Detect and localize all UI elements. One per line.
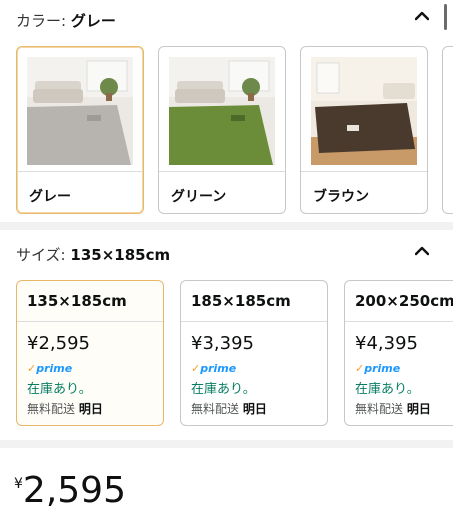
stock-status: 在庫あり。 [27,382,92,397]
shipping-day: 明日 [406,402,431,416]
size-option-label: 135×185cm [27,292,127,310]
size-selected-value: 135×185cm [70,246,171,264]
prime-badge: ✓prime [27,362,72,375]
prime-check-icon: ✓ [355,362,365,375]
shipping-info: 無料配送 明日 [27,400,103,417]
color-selected-value: グレー [70,12,116,30]
color-section-header[interactable]: カラー: グレー [0,0,453,40]
shipping-text: 無料配送 [191,402,240,416]
price-amount: 2,595 [22,470,126,511]
rug-brown-image [311,57,417,165]
prime-text: prime [36,362,73,375]
size-option-200x250[interactable]: 200×250cm ¥4,395 ✓prime 在庫あり。 無料配送 明日 [344,280,453,426]
prime-badge: ✓prime [355,362,400,375]
size-section-header[interactable]: サイズ: 135×185cm [0,232,453,272]
size-label: サイズ: 135×185cm [16,244,170,265]
rug-gray-image [27,57,133,165]
size-option-price: ¥4,395 [355,333,418,354]
color-option-green[interactable]: グリーン [158,46,286,214]
shipping-info: 無料配送 明日 [191,400,267,417]
shipping-info: 無料配送 明日 [355,400,431,417]
shipping-text: 無料配送 [355,402,404,416]
stock-status: 在庫あり。 [355,382,420,397]
size-option-135x185[interactable]: 135×185cm ¥2,595 ✓prime 在庫あり。 無料配送 明日 [16,280,164,426]
chevron-up-icon[interactable] [415,11,429,21]
color-label: カラー: グレー [16,10,116,31]
prime-check-icon: ✓ [27,362,37,375]
product-price: ¥2,595 [14,470,126,511]
size-option-price: ¥3,395 [191,333,254,354]
size-option-list: 135×185cm ¥2,595 ✓prime 在庫あり。 無料配送 明日 18… [0,280,453,430]
shipping-text: 無料配送 [27,402,76,416]
section-separator [0,440,453,448]
stock-status: 在庫あり。 [191,382,256,397]
color-option-label: グリーン [171,189,227,205]
swatch-divider [159,171,285,172]
prime-badge: ✓prime [191,362,236,375]
color-option-brown[interactable]: ブラウン [300,46,428,214]
size-option-price: ¥2,595 [27,333,90,354]
price-currency: ¥ [14,476,23,492]
scrollbar[interactable] [444,4,447,30]
prime-check-icon: ✓ [191,362,201,375]
section-separator [0,222,453,230]
size-option-label: 185×185cm [191,292,291,310]
color-label-text: カラー: [16,12,67,30]
swatch-divider [17,171,143,172]
prime-text: prime [364,362,401,375]
shipping-day: 明日 [242,402,267,416]
color-option-next[interactable] [442,46,453,214]
shipping-day: 明日 [78,402,103,416]
color-option-label: グレー [29,189,71,205]
prime-text: prime [200,362,237,375]
color-swatch-list: グレー グリーン ブラウン [0,46,453,218]
swatch-divider [301,171,427,172]
chevron-up-icon[interactable] [415,246,429,256]
rug-green-image [169,57,275,165]
size-option-185x185[interactable]: 185×185cm ¥3,395 ✓prime 在庫あり。 無料配送 明日 [180,280,328,426]
size-label-text: サイズ: [16,246,66,264]
size-divider [181,321,327,322]
size-divider [345,321,453,322]
size-divider [17,321,163,322]
size-option-label: 200×250cm [355,292,453,310]
color-option-label: ブラウン [313,189,369,205]
color-option-gray[interactable]: グレー [16,46,144,214]
